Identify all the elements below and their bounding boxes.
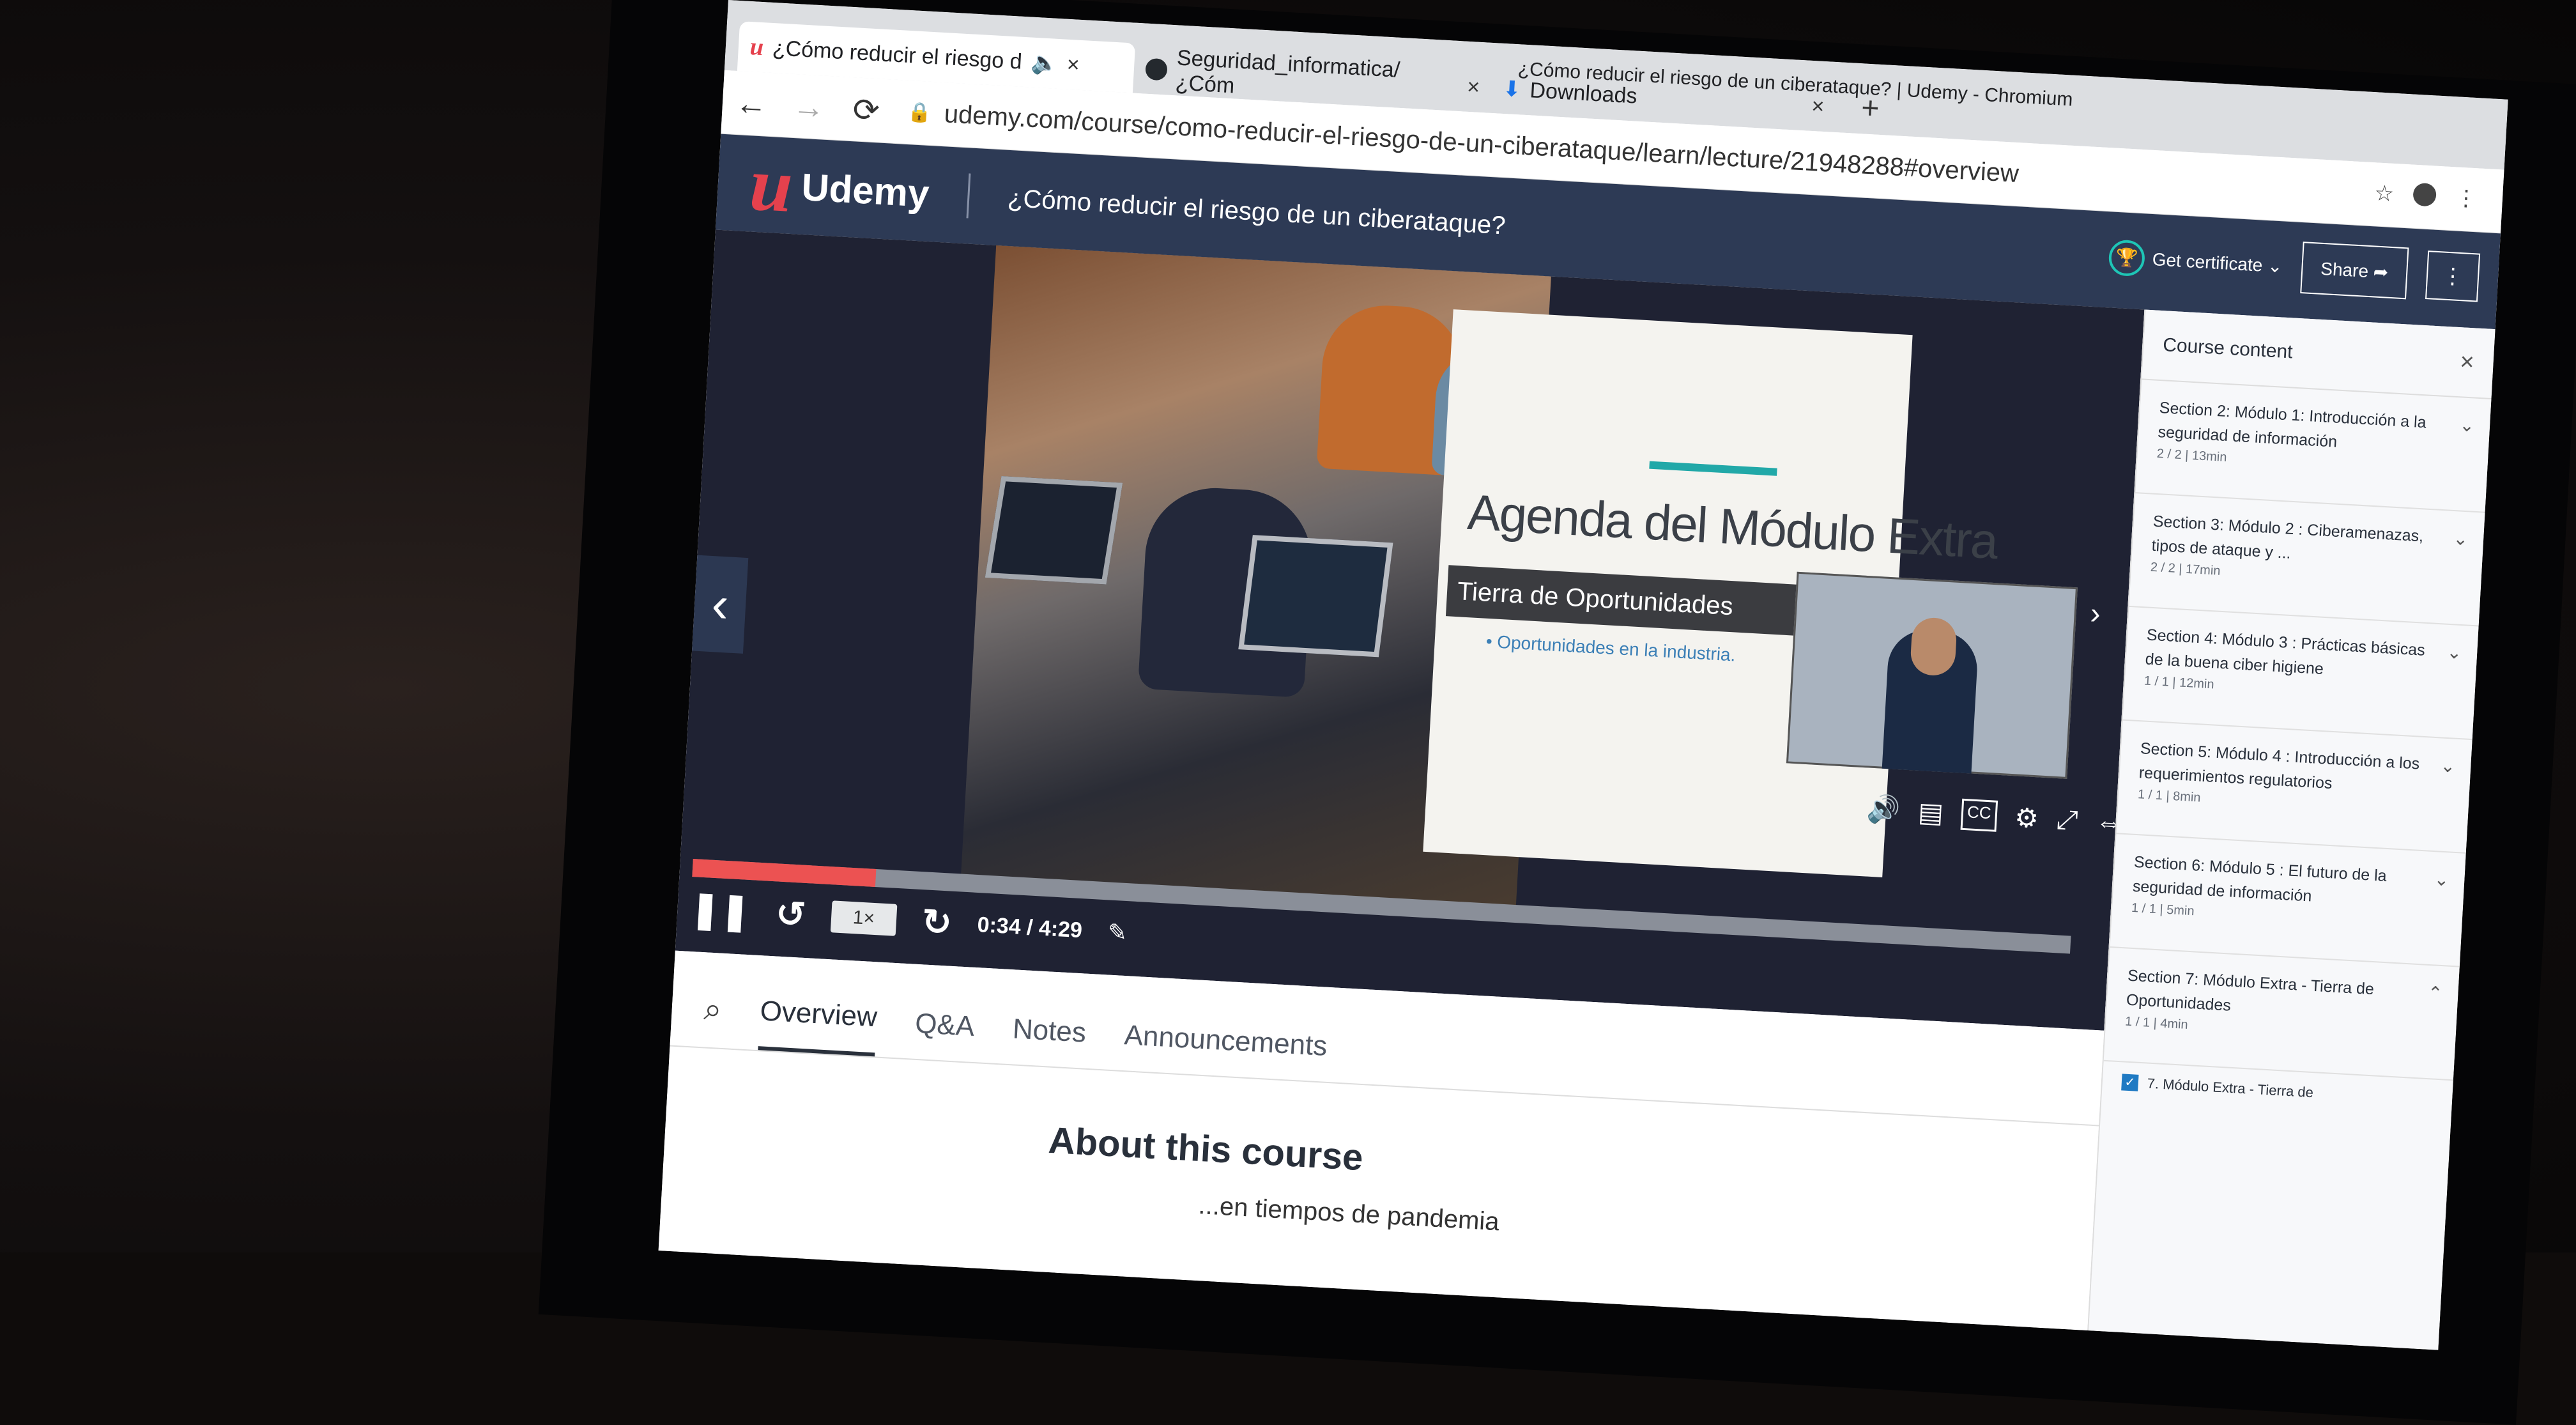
forward-button[interactable]: →: [779, 86, 838, 127]
search-icon[interactable]: ⌕: [702, 990, 723, 1047]
more-options-button[interactable]: ⋮: [2425, 250, 2481, 302]
close-tab-icon[interactable]: ×: [1811, 93, 1825, 119]
profile-icon[interactable]: [2412, 182, 2437, 207]
transcript-icon[interactable]: ▤: [1917, 796, 1944, 829]
bookmark-star-icon[interactable]: ☆: [2374, 180, 2395, 207]
section-item[interactable]: Section 4: Módulo 3 : Prácticas básicas …: [2122, 606, 2479, 741]
captions-icon[interactable]: CC: [1960, 798, 1998, 832]
progress-bar-fill: [692, 859, 877, 888]
section-item[interactable]: Section 7: Módulo Extra - Tierra de Opor…: [2103, 948, 2460, 1081]
speaker-icon: 🔈: [1030, 50, 1059, 76]
section-item[interactable]: Section 3: Módulo 2 : Ciberamenazas, tip…: [2129, 493, 2485, 627]
udemy-logo-text: Udemy: [800, 165, 931, 215]
header-divider: [966, 173, 971, 219]
close-icon[interactable]: ×: [2459, 348, 2475, 376]
video-player[interactable]: Agenda del Módulo Extra Tierra de Oportu…: [675, 229, 2145, 1031]
browser-menu-icon[interactable]: ⋮: [2455, 185, 2478, 212]
sidebar-title: Course content: [2162, 334, 2294, 363]
new-tab-button[interactable]: +: [1860, 90, 1880, 126]
reload-button[interactable]: ⟳: [836, 89, 896, 130]
udemy-icon: u: [749, 33, 765, 61]
player-controls: ❚❚ ↺ 1× ↻ 0:34 / 4:29 ✎: [689, 888, 1128, 954]
laptop-figure: [985, 476, 1123, 585]
course-title: ¿Cómo reducir el riesgo de un ciberataqu…: [1007, 183, 1506, 240]
pause-button[interactable]: ❚❚: [689, 888, 751, 933]
udemy-logo-mark: u: [747, 141, 795, 228]
tab-overview[interactable]: Overview: [758, 995, 878, 1057]
chevron-up-icon: ⌃: [2427, 982, 2444, 1004]
trophy-icon: 🏆: [2108, 238, 2146, 277]
certificate-label: Get certificate ⌄: [2152, 249, 2283, 277]
chevron-down-icon: ⌄: [2439, 755, 2457, 776]
fullscreen-icon[interactable]: ⤢: [2055, 804, 2079, 836]
toolbar-right: ☆ ⋮: [2374, 180, 2478, 212]
checkbox-checked-icon[interactable]: ✓: [2121, 1074, 2139, 1091]
laptop-figure: [1238, 535, 1393, 658]
section-item[interactable]: Section 6: Módulo 5 : El futuro de la se…: [2110, 834, 2466, 967]
settings-gear-icon[interactable]: ⚙: [2014, 801, 2039, 834]
about-heading: About this course: [1047, 1119, 1365, 1179]
tab-qa[interactable]: Q&A: [913, 1008, 976, 1062]
lecture-title: 7. Módulo Extra - Tierra de: [2147, 1075, 2314, 1101]
tab-announcements[interactable]: Announcements: [1123, 1019, 1328, 1082]
previous-lecture-button[interactable]: ‹: [692, 555, 749, 654]
lock-icon: 🔒: [907, 101, 932, 124]
time-display: 0:34 / 4:29: [976, 912, 1084, 943]
browser-window: u ¿Cómo reducir el riesgo d 🔈 × Segurida…: [658, 0, 2508, 1350]
player-right-controls: 🔊 ▤ CC ⚙ ⤢ ⇔: [1866, 793, 2124, 838]
chevron-down-icon: ⌄: [2446, 642, 2463, 663]
forward-icon[interactable]: ↻: [921, 900, 953, 944]
chevron-down-icon: ⌄: [2434, 869, 2450, 890]
note-icon[interactable]: ✎: [1107, 918, 1128, 946]
about-subtitle: ...en tiempos de pandemia: [1197, 1191, 1500, 1236]
course-content-sidebar: Course content × Section 2: Módulo 1: In…: [2087, 309, 2496, 1350]
get-certificate-button[interactable]: 🏆 Get certificate ⌄: [2108, 238, 2283, 284]
section-item[interactable]: Section 2: Módulo 1: Introducción a la s…: [2135, 380, 2492, 513]
udemy-logo[interactable]: u Udemy: [747, 141, 931, 231]
chevron-down-icon: ⌄: [2452, 528, 2469, 550]
close-tab-icon[interactable]: ×: [1066, 52, 1080, 77]
chevron-down-icon: ⌄: [2458, 415, 2475, 436]
rewind-icon[interactable]: ↺: [774, 892, 807, 936]
tab-label: ¿Cómo reducir el riesgo d: [772, 35, 1023, 74]
back-button[interactable]: ←: [721, 83, 781, 123]
close-tab-icon[interactable]: ×: [1466, 74, 1480, 100]
playback-speed-button[interactable]: 1×: [830, 900, 898, 936]
share-button[interactable]: Share ➦: [2300, 242, 2409, 300]
next-lecture-button[interactable]: ›: [2081, 582, 2110, 647]
github-icon: [1145, 58, 1168, 81]
section-item[interactable]: Section 5: Módulo 4 : Introducción a los…: [2116, 720, 2472, 854]
tab-notes[interactable]: Notes: [1011, 1013, 1087, 1068]
header-actions: 🏆 Get certificate ⌄ Share ➦ ⋮: [2108, 231, 2481, 303]
volume-icon[interactable]: 🔊: [1866, 793, 1901, 826]
